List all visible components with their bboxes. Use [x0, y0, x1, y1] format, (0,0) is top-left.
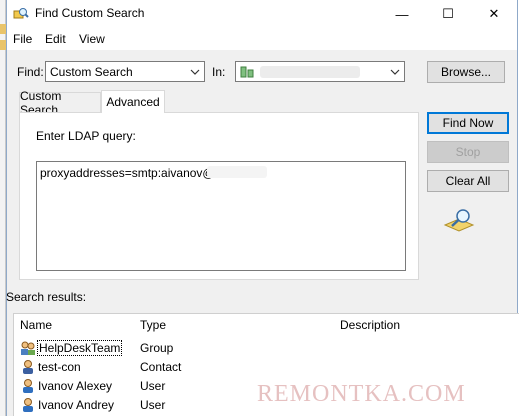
clear-all-button[interactable]: Clear All	[427, 170, 509, 192]
row-name: Ivanov Andrey	[38, 398, 115, 412]
row-type: Group	[140, 341, 174, 355]
column-header-name[interactable]: Name	[20, 318, 52, 332]
advanced-tab-panel: Enter LDAP query: proxyaddresses=smtp:ai…	[19, 112, 419, 280]
tab-advanced[interactable]: Advanced	[101, 90, 165, 113]
find-now-button[interactable]: Find Now	[427, 112, 509, 134]
chevron-down-icon	[190, 69, 200, 75]
user-icon	[23, 379, 33, 393]
row-type: User	[140, 379, 166, 393]
search-directory-icon	[13, 8, 29, 19]
search-results-label: Search results:	[6, 290, 87, 304]
column-header-description[interactable]: Description	[340, 318, 400, 332]
search-animation-icon	[443, 209, 475, 232]
table-row[interactable]: test-con Contact	[14, 358, 520, 377]
redacted-query-domain	[207, 166, 267, 178]
watermark-text: REMONTKA.COM	[257, 381, 466, 407]
find-dropdown-value: Custom Search	[50, 65, 133, 79]
ldap-query-text: proxyaddresses=smtp:aivanov@c	[40, 166, 221, 180]
title-bar[interactable]: Find Custom Search — ☐ ✕	[7, 0, 517, 28]
stop-button[interactable]: Stop	[427, 141, 509, 163]
row-name: Ivanov Alexey	[38, 379, 113, 393]
ldap-query-label: Enter LDAP query:	[36, 129, 136, 143]
chevron-down-icon	[390, 69, 400, 75]
row-type: User	[140, 398, 166, 412]
in-dropdown[interactable]	[235, 61, 405, 82]
group-icon	[21, 341, 35, 355]
contact-icon	[23, 360, 33, 374]
find-label: Find:	[17, 65, 44, 79]
minimize-button[interactable]: —	[379, 0, 425, 28]
browse-button[interactable]: Browse...	[427, 61, 505, 83]
user-icon	[23, 398, 33, 412]
in-label: In:	[212, 65, 226, 79]
menu-view[interactable]: View	[79, 32, 105, 46]
ldap-query-input[interactable]: proxyaddresses=smtp:aivanov@c	[36, 161, 406, 271]
find-dropdown[interactable]: Custom Search	[45, 61, 205, 82]
redacted-domain	[260, 66, 360, 78]
tab-custom-search[interactable]: Custom Search	[19, 89, 101, 117]
menu-file[interactable]: File	[13, 32, 32, 46]
row-name: HelpDeskTeam	[36, 340, 123, 356]
column-header-type[interactable]: Type	[140, 318, 166, 332]
row-type: Contact	[140, 360, 182, 374]
menu-bar: File Edit View	[7, 28, 517, 50]
domain-icon	[240, 66, 254, 78]
row-name: test-con	[38, 360, 81, 374]
menu-edit[interactable]: Edit	[45, 32, 66, 46]
table-row[interactable]: HelpDeskTeam Group	[14, 339, 520, 358]
find-custom-search-window: Find Custom Search — ☐ ✕ File Edit View …	[6, 0, 520, 416]
window-title: Find Custom Search	[35, 6, 145, 20]
close-button[interactable]: ✕	[471, 0, 517, 28]
maximize-button[interactable]: ☐	[425, 0, 471, 28]
